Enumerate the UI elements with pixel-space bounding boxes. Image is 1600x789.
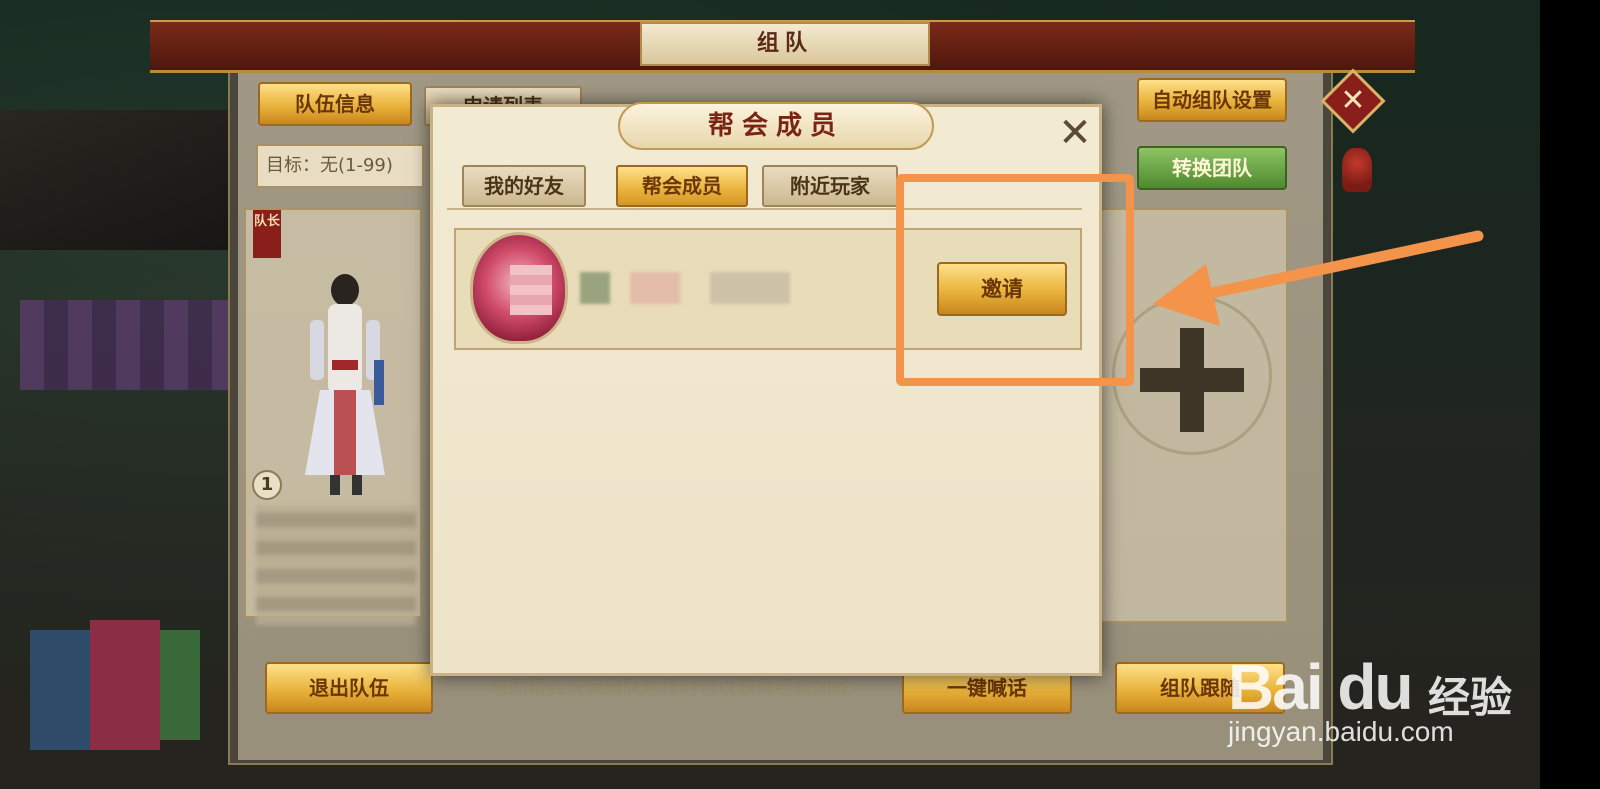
leave-team-button[interactable]: 退出队伍 (265, 662, 433, 714)
team-target-selector[interactable]: 目标：无(1-99) (256, 144, 424, 188)
tab-my-friends[interactable]: 我的好友 (462, 165, 586, 207)
slot-number: 1 (252, 470, 282, 500)
close-icon[interactable]: ✕ (1054, 112, 1096, 154)
watermark-logo: Bai du (1228, 651, 1414, 723)
scene-cloth (90, 620, 160, 750)
scene-cloth (160, 630, 200, 740)
bell-ornament-icon (1342, 148, 1372, 192)
member-info-blurred (256, 505, 416, 625)
member-name-blurred (580, 272, 790, 304)
screen-edge (1540, 0, 1600, 789)
scene-roof (0, 110, 240, 250)
close-icon: ✕ (1340, 83, 1366, 118)
convert-raid-button[interactable]: 转换团队 (1137, 146, 1287, 190)
tab-guild-members[interactable]: 帮会成员 (616, 165, 748, 207)
highlight-box (896, 174, 1134, 386)
tab-nearby-players[interactable]: 附近玩家 (762, 165, 898, 207)
dialog-title-plaque: 帮会成员 (618, 102, 934, 150)
scene-awning (20, 300, 230, 390)
window-title: 组队 (756, 31, 813, 56)
add-member-icon[interactable] (1140, 328, 1244, 432)
annotation-arrow-icon (1153, 230, 1484, 326)
title-plaque: 组队 (640, 22, 930, 66)
auto-team-settings-button[interactable]: 自动组队设置 (1137, 78, 1287, 122)
dialog-title: 帮会成员 (707, 111, 844, 141)
watermark-url: jingyan.baidu.com (1228, 716, 1454, 747)
leader-badge: 队长 (253, 210, 281, 258)
scene-cloth (30, 630, 90, 750)
baidu-watermark: Bai du 经验 jingyan.baidu.com (1228, 610, 1528, 760)
character-figure (305, 274, 385, 495)
avatar-face-blurred (510, 265, 552, 315)
tab-team-info[interactable]: 队伍信息 (258, 82, 412, 126)
